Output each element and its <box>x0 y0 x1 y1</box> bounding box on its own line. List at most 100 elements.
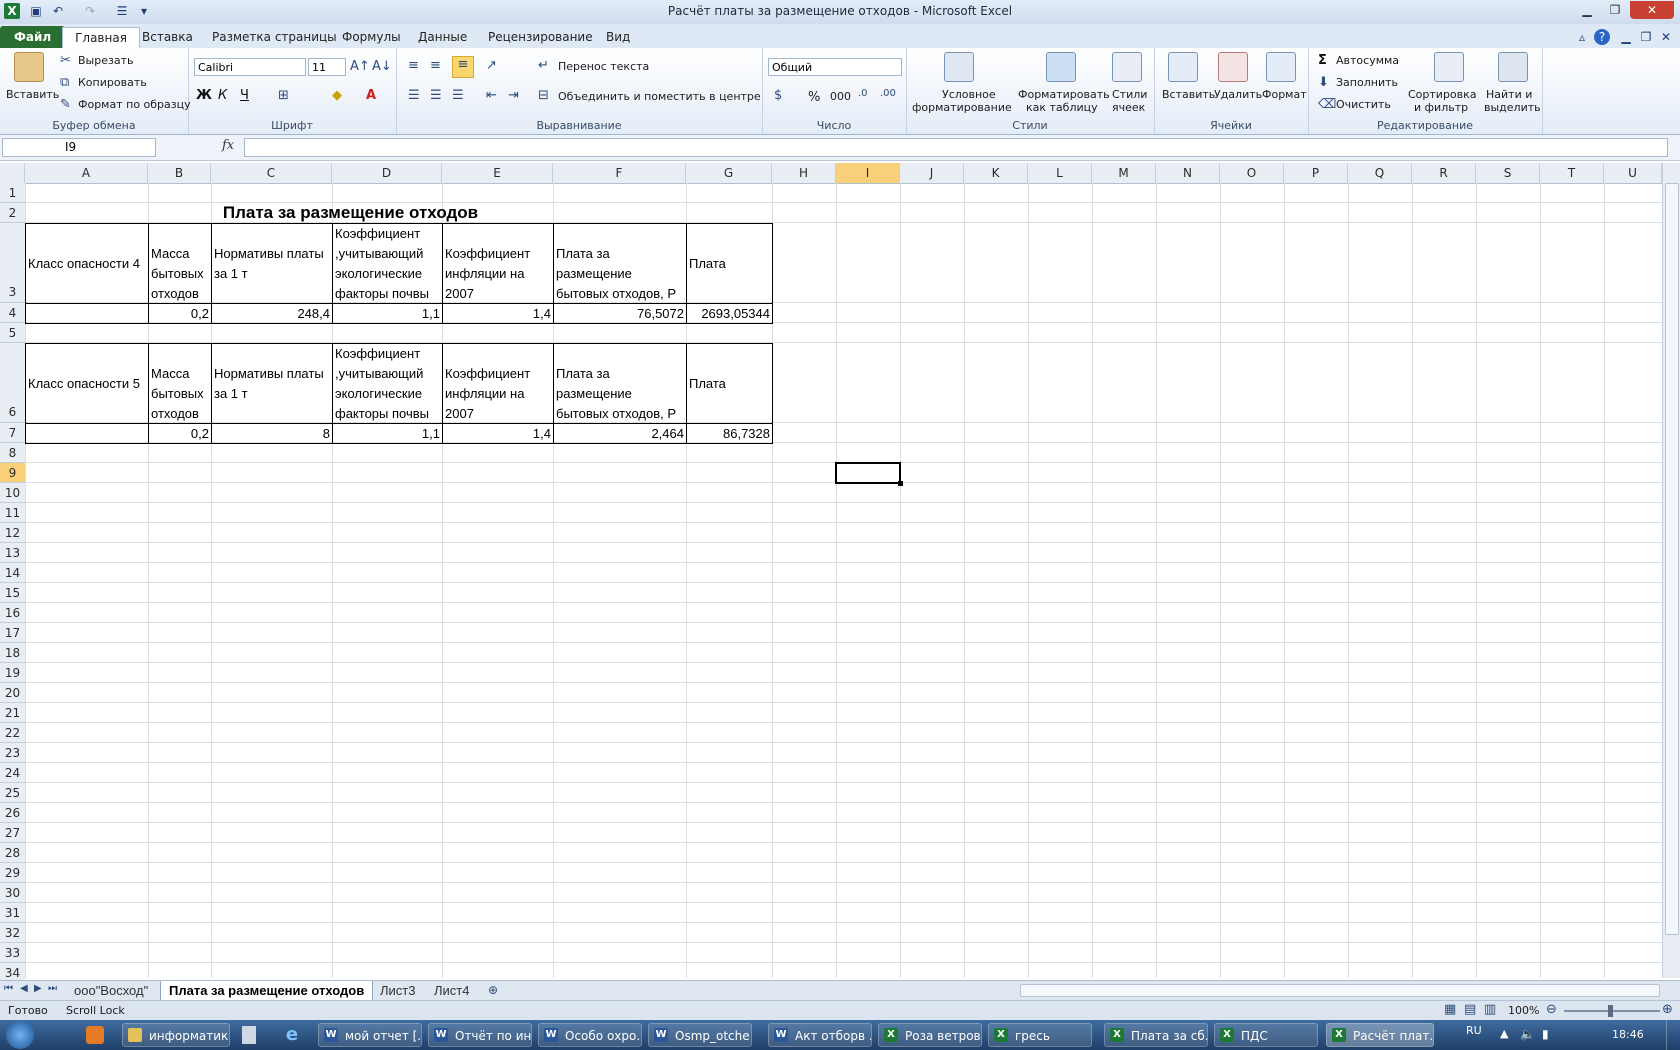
row-header[interactable]: 14 <box>0 563 25 583</box>
column-header-q[interactable]: Q <box>1348 163 1412 183</box>
row-header[interactable]: 24 <box>0 763 25 783</box>
taskbar-item-excel-2[interactable]: Xгресь <box>988 1023 1092 1047</box>
row-header[interactable]: 12 <box>0 523 25 543</box>
tab-review[interactable]: Рецензирование <box>482 27 599 47</box>
minimize-button[interactable]: ▁ <box>1574 1 1600 19</box>
fill-color-icon[interactable]: ◆ <box>332 88 342 103</box>
table2-value-norms[interactable]: 8 <box>211 423 333 444</box>
conditional-format-icon[interactable] <box>944 52 974 82</box>
sort-filter-icon[interactable] <box>1434 52 1464 82</box>
decrease-decimal-icon[interactable]: .00 <box>880 88 896 99</box>
cell-styles-label-2[interactable]: ячеек <box>1112 101 1145 114</box>
taskbar-item-word-4[interactable]: W Osmp_otche... <box>648 1023 752 1047</box>
currency-icon[interactable]: $ <box>774 88 782 103</box>
copy-button[interactable]: Копировать <box>78 76 147 89</box>
row-header[interactable]: 2 <box>0 203 25 223</box>
row-header[interactable]: 16 <box>0 603 25 623</box>
column-header-p[interactable]: P <box>1284 163 1348 183</box>
column-header-f[interactable]: F <box>553 163 686 183</box>
sheet-tab-active[interactable]: Плата за размещение отходов <box>160 981 374 1001</box>
increase-indent-icon[interactable]: ⇥ <box>508 88 519 103</box>
volume-icon[interactable]: 🔈 <box>1520 1027 1535 1041</box>
zoom-out-icon[interactable]: ⊖ <box>1546 1002 1557 1017</box>
clear-button[interactable]: Очистить <box>1336 98 1391 111</box>
insert-cells-icon[interactable] <box>1168 52 1198 82</box>
font-size-select[interactable]: 11 <box>308 58 346 76</box>
fill-handle[interactable] <box>898 481 903 486</box>
percent-button[interactable]: % <box>808 90 820 105</box>
minimize-ribbon-icon[interactable]: ▵ <box>1574 29 1590 45</box>
table1-header-norms[interactable]: Нормативы платы за 1 т <box>211 223 333 304</box>
row-header[interactable]: 11 <box>0 503 25 523</box>
table1-header-payment-household[interactable]: Плата за размещение бытовых отходов, Р <box>553 223 687 304</box>
table2-header-payment[interactable]: Плата <box>686 343 773 424</box>
find-select-icon[interactable] <box>1498 52 1528 82</box>
find-select-label[interactable]: Найти и <box>1486 88 1532 101</box>
taskbar-item-excel-active[interactable]: X Расчёт плат... <box>1326 1023 1434 1047</box>
table2-header-payment-household[interactable]: Плата за размещение бытовых отходов, Р <box>553 343 687 424</box>
insert-cells-button[interactable]: Вставить <box>1162 88 1215 101</box>
vertical-scroll-thumb[interactable] <box>1665 183 1679 935</box>
column-header-c[interactable]: C <box>211 163 332 183</box>
row-header[interactable]: 13 <box>0 543 25 563</box>
row-header[interactable]: 15 <box>0 583 25 603</box>
table2-header-mass[interactable]: Масса бытовых отходов <box>148 343 212 424</box>
column-header-r[interactable]: R <box>1412 163 1476 183</box>
row-header[interactable]: 17 <box>0 623 25 643</box>
row-header[interactable]: 32 <box>0 923 25 943</box>
merge-center-button[interactable]: Объединить и поместить в центре <box>558 90 761 103</box>
find-select-label-2[interactable]: выделить <box>1484 101 1541 114</box>
format-table-label[interactable]: Форматировать <box>1018 88 1110 101</box>
normal-view-icon[interactable]: ▦ <box>1444 1002 1456 1017</box>
cut-button[interactable]: Вырезать <box>78 54 133 67</box>
row-header[interactable]: 33 <box>0 943 25 963</box>
autosum-button[interactable]: Автосумма <box>1336 54 1399 67</box>
paste-button[interactable]: Вставить <box>6 88 59 101</box>
formula-input[interactable] <box>244 138 1668 157</box>
network-icon[interactable]: ▮ <box>1542 1027 1549 1041</box>
table1-value-ecology[interactable]: 1,1 <box>332 303 443 324</box>
table2-header-class[interactable]: Класс опасности 5 <box>25 343 149 424</box>
paste-icon[interactable] <box>14 52 44 82</box>
sheet-tab-list4[interactable]: Лист4 <box>426 981 477 1000</box>
table1-value-mass[interactable]: 0,2 <box>148 303 212 324</box>
fill-button[interactable]: Заполнить <box>1336 76 1398 89</box>
row-header[interactable]: 28 <box>0 843 25 863</box>
tab-data[interactable]: Данные <box>412 27 473 47</box>
internet-explorer-icon[interactable]: e <box>282 1025 302 1045</box>
function-icon[interactable]: fx <box>222 138 234 153</box>
align-center-icon[interactable]: ☰ <box>430 88 442 103</box>
thousands-button[interactable]: 000 <box>830 90 851 103</box>
prev-sheet-icon[interactable]: ◀ <box>20 983 28 994</box>
number-format-select[interactable]: Общий <box>768 58 902 76</box>
row-header[interactable]: 25 <box>0 783 25 803</box>
last-sheet-icon[interactable]: ⏭ <box>48 983 57 994</box>
row-header[interactable]: 29 <box>0 863 25 883</box>
align-middle-icon[interactable]: ≡ <box>430 58 441 73</box>
column-header-b[interactable]: B <box>148 163 211 183</box>
decrease-indent-icon[interactable]: ⇤ <box>486 88 497 103</box>
tab-formulas[interactable]: Формулы <box>336 27 407 47</box>
doc-restore-icon[interactable]: ❐ <box>1638 29 1654 45</box>
taskbar-item-word-1[interactable]: Wмой отчет [... <box>318 1023 422 1047</box>
table2-value-class[interactable] <box>25 423 149 444</box>
row-header[interactable]: 23 <box>0 743 25 763</box>
doc-minimize-icon[interactable]: ▁ <box>1618 29 1634 45</box>
cell-styles-icon[interactable] <box>1112 52 1142 82</box>
column-header-g[interactable]: G <box>686 163 772 183</box>
italic-button[interactable]: К <box>218 88 227 103</box>
tab-file[interactable]: Файл <box>0 26 66 48</box>
row-header[interactable]: 7 <box>0 423 25 443</box>
table1-header-ecology[interactable]: Коэффициент ,учитывающий экологические ф… <box>332 223 443 304</box>
horizontal-scrollbar[interactable] <box>1020 984 1660 997</box>
vertical-scrollbar[interactable] <box>1662 163 1680 978</box>
format-cells-icon[interactable] <box>1266 52 1296 82</box>
row-header[interactable]: 21 <box>0 703 25 723</box>
underline-button[interactable]: Ч <box>240 88 249 103</box>
doc-close-icon[interactable]: ✕ <box>1658 29 1674 45</box>
taskbar-item-word-5[interactable]: W Акт отборв ... <box>768 1023 872 1047</box>
wrap-text-button[interactable]: Перенос текста <box>558 60 649 73</box>
tray-arrow-icon[interactable]: ▲ <box>1500 1027 1508 1040</box>
shrink-font-icon[interactable]: A↓ <box>372 59 392 74</box>
row-header[interactable]: 5 <box>0 323 25 343</box>
